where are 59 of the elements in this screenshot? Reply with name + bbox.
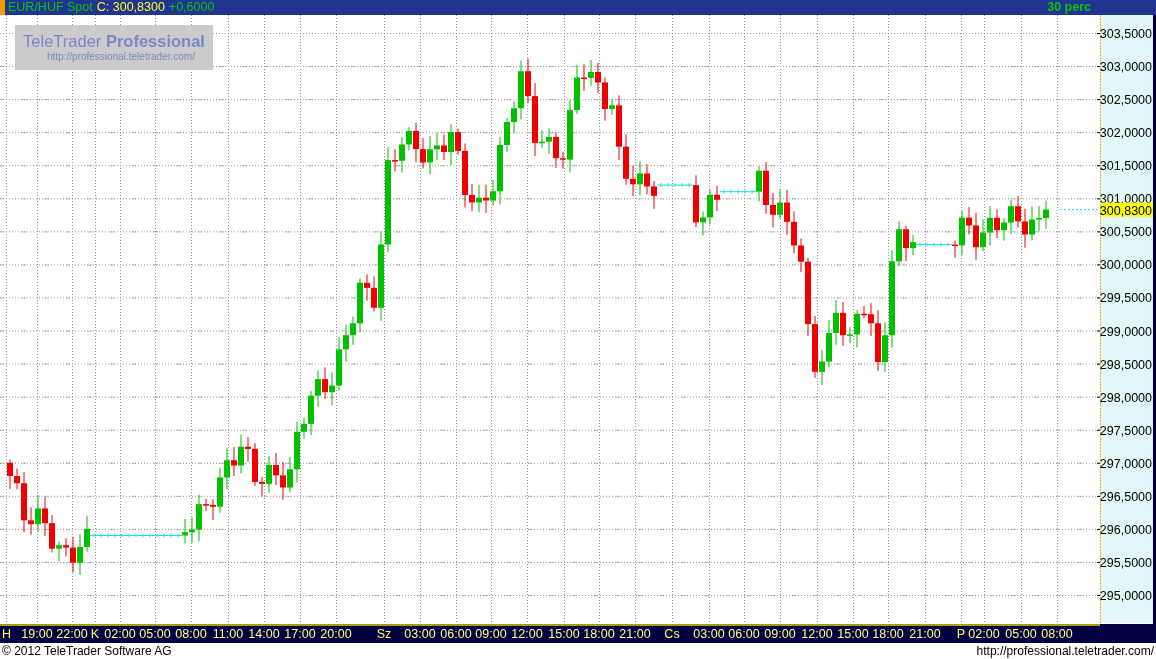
time-axis-label: 03:00 (693, 627, 725, 641)
price-axis-label: 302,0000 (1099, 126, 1152, 141)
price-axis-label: 295,0000 (1099, 589, 1152, 603)
time-axis-label: 18:00 (872, 627, 904, 641)
time-axis-label: 06:00 (440, 627, 472, 641)
time-axis-label: 05:00 (1005, 627, 1037, 641)
time-axis-label: 21:00 (909, 627, 941, 641)
price-axis-label: 298,5000 (1099, 357, 1152, 372)
website-link[interactable]: http://professional.teletrader.com/ (976, 643, 1154, 659)
time-axis-label: 08:00 (1041, 627, 1073, 641)
price-axis-label: 296,5000 (1099, 489, 1152, 504)
price-axis-label: 300,0000 (1099, 258, 1152, 273)
price-axis-label: 297,0000 (1099, 456, 1152, 471)
logo-title: TeleTrader Professional (22, 31, 206, 51)
price-axis-label: 300,5000 (1099, 225, 1152, 240)
time-axis-label: 17:00 (284, 627, 316, 641)
last-price-line (1059, 209, 1101, 211)
price-axis-label: 303,0000 (1099, 60, 1152, 75)
day-axis-label: Sz (376, 627, 392, 641)
time-axis-label: 11:00 (212, 627, 244, 641)
time-axis-label: 14:00 (248, 627, 280, 641)
time-axis-label: 15:00 (548, 627, 580, 641)
day-axis-label: H (2, 627, 12, 641)
time-axis-label: 20:00 (320, 627, 352, 641)
price-axis-label: 298,0000 (1099, 390, 1152, 405)
price-axis-label: 296,0000 (1099, 522, 1152, 537)
time-axis-label: 09:00 (475, 627, 507, 641)
logo-url: http://professional.teletrader.com/ (46, 51, 196, 63)
price-axis-label: 302,5000 (1099, 93, 1152, 108)
day-axis-label: K (90, 627, 100, 641)
time-axis-label: 12:00 (511, 627, 543, 641)
last-price-label: 300,8300 (1099, 202, 1153, 218)
close-price: C: 300,8300 (96, 0, 165, 15)
price-change: +0,6000 (168, 0, 215, 15)
price-axis-label: 297,5000 (1099, 423, 1152, 438)
copyright-text: © 2012 TeleTrader Software AG (2, 643, 172, 659)
time-axis-label: 03:00 (404, 627, 436, 641)
time-axis-label: 12:00 (801, 627, 833, 641)
time-axis-label: 22:00 (56, 627, 88, 641)
time-axis-label: 02:00 (968, 627, 1000, 641)
time-axis-label: 02:00 (104, 627, 136, 641)
time-axis-label: 06:00 (728, 627, 760, 641)
price-axis-label: 301,5000 (1099, 159, 1152, 174)
day-axis-label: Cs (664, 627, 680, 641)
time-axis-label: 08:00 (175, 627, 207, 641)
instrument-name: EUR/HUF Spot (8, 0, 93, 15)
interval-label: 30 perc (1047, 0, 1091, 15)
price-axis-label: 303,5000 (1099, 27, 1152, 41)
time-axis-label: 09:00 (764, 627, 796, 641)
time-axis-label: 19:00 (21, 627, 53, 641)
time-axis-label: 21:00 (619, 627, 651, 641)
time-axis-label: 18:00 (583, 627, 615, 641)
day-axis-label: P (956, 627, 966, 641)
price-axis-label: 295,5000 (1099, 555, 1152, 570)
price-axis-label: 299,5000 (1099, 291, 1152, 306)
time-axis-label: 15:00 (837, 627, 869, 641)
status-marker (0, 0, 5, 15)
time-axis-label: 05:00 (139, 627, 171, 641)
price-axis-label: 299,0000 (1099, 324, 1152, 339)
